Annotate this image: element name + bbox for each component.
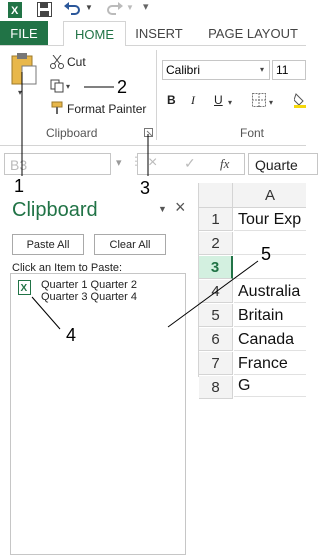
row-header[interactable]: 8 (199, 376, 233, 399)
cell-a8[interactable]: G (234, 374, 306, 397)
callout-line-4 (31, 296, 61, 330)
callout-number-1: 1 (14, 176, 25, 196)
callout-number-5: 5 (261, 244, 272, 264)
callout-line-5 (167, 260, 259, 328)
callout-number-2: 2 (117, 77, 128, 97)
callout-number-3: 3 (140, 178, 151, 198)
callout-lines (21, 72, 259, 330)
callout-number-4: 4 (66, 325, 77, 345)
